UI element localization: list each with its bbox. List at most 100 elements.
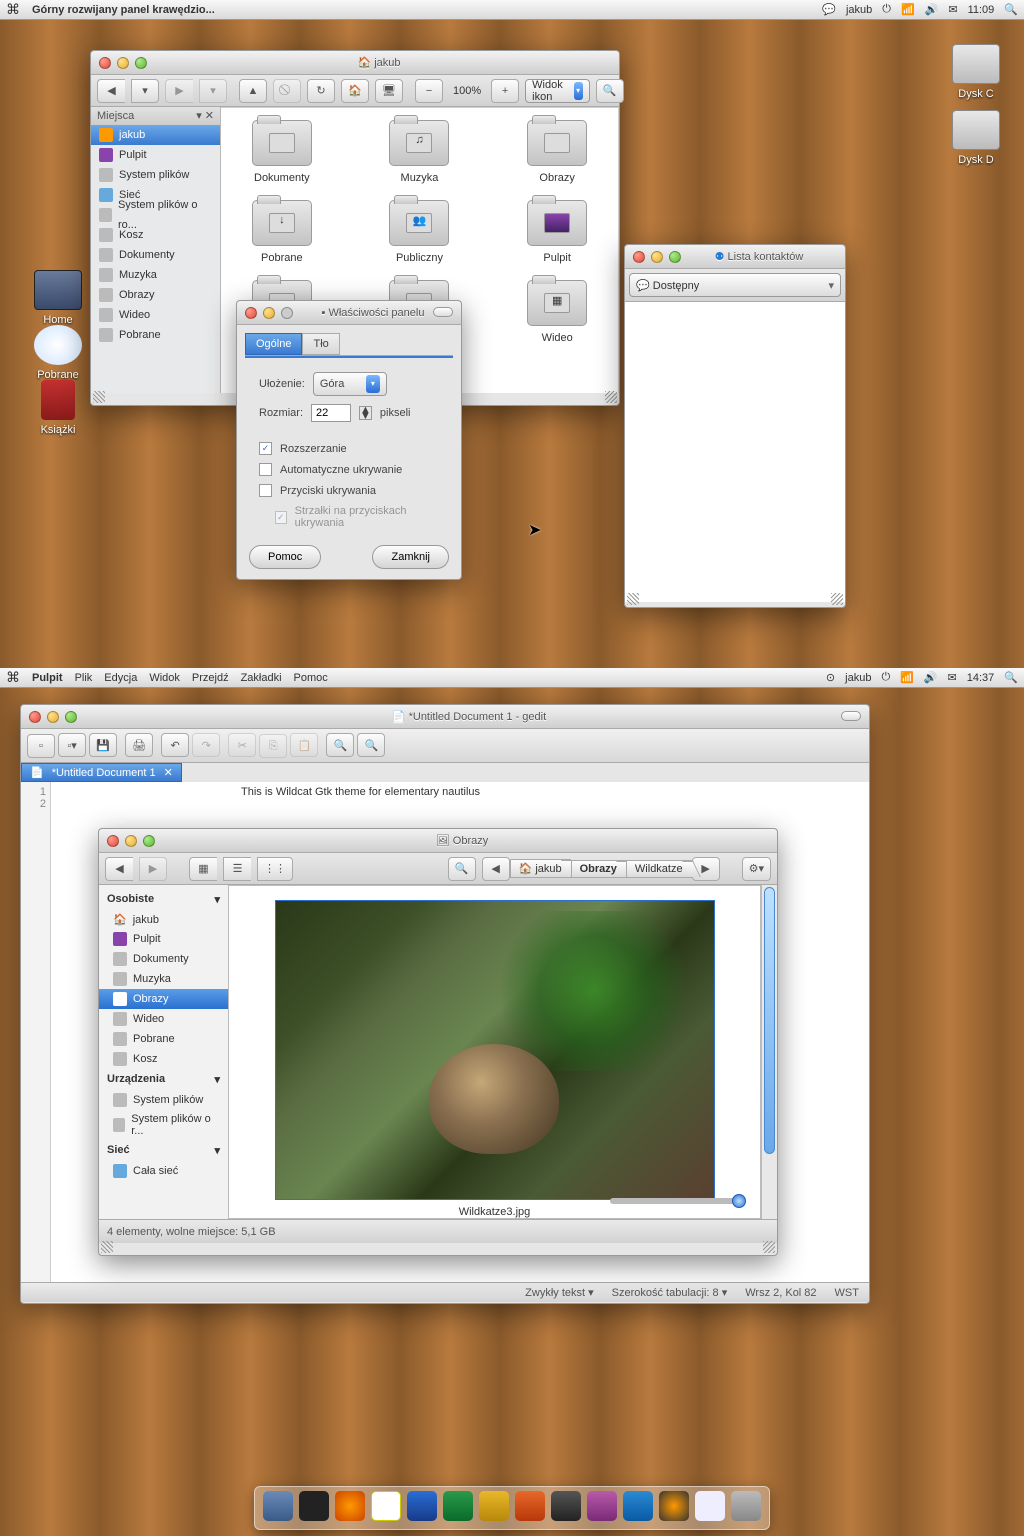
forward-menu-button[interactable]: ▾ <box>199 79 227 103</box>
resize-grip[interactable] <box>605 391 617 403</box>
close-button[interactable] <box>99 57 111 69</box>
status-combo[interactable]: 💬 Dostępny ▾ <box>629 273 841 297</box>
apple-menu-icon[interactable]: ⌘ <box>6 1 20 18</box>
syntax-combo[interactable]: Zwykły tekst ▾ <box>525 1286 593 1299</box>
side-pulpit[interactable]: Pulpit <box>99 929 228 949</box>
user-label[interactable]: jakub <box>845 672 871 684</box>
zoom-button[interactable] <box>143 835 155 847</box>
menu-pomoc[interactable]: Pomoc <box>294 672 328 684</box>
spin-down[interactable]: ▼ <box>360 413 371 419</box>
side-pobrane[interactable]: Pobrane <box>99 1029 228 1049</box>
close-dialog-button[interactable]: Zamknij <box>372 545 449 569</box>
dock-firefox[interactable] <box>335 1491 365 1521</box>
power-tray-icon[interactable]: ⏻ <box>881 671 890 684</box>
view-compact[interactable]: ⋮⋮ <box>257 857 293 881</box>
dock-terminal[interactable] <box>299 1491 329 1521</box>
menubar-title[interactable]: Górny rozwijany panel krawędzio... <box>32 4 215 16</box>
side-calasiec[interactable]: Cała sieć <box>99 1161 228 1181</box>
image-thumbnail[interactable] <box>275 900 715 1200</box>
computer-button[interactable]: 🖥 <box>375 79 403 103</box>
dock-clock[interactable] <box>551 1491 581 1521</box>
pill-button[interactable] <box>841 711 861 721</box>
tab-untitled[interactable]: 📄*Untitled Document 1✕ <box>21 763 182 782</box>
nautilus-titlebar[interactable]: 🏠 jakub <box>91 51 619 75</box>
dock-app[interactable] <box>623 1491 653 1521</box>
tab-tlo[interactable]: Tło <box>302 333 339 355</box>
close-tab-icon[interactable]: ✕ <box>164 766 173 779</box>
back-button[interactable]: ◀ <box>97 79 125 103</box>
close-button[interactable] <box>633 251 645 263</box>
chk-autohide[interactable] <box>259 463 272 476</box>
zoom-knob[interactable] <box>732 1194 746 1208</box>
folder-wideo[interactable]: ▦Wideo <box>508 280 606 344</box>
actions-button[interactable]: ⚙▾ <box>742 857 771 881</box>
close-button[interactable] <box>107 835 119 847</box>
clock[interactable]: 11:09 <box>968 4 995 16</box>
menu-zakladki[interactable]: Zakładki <box>241 672 282 684</box>
orientation-combo[interactable]: Góra▾ <box>313 372 387 396</box>
tabwidth-combo[interactable]: Szerokość tabulacji: 8 ▾ <box>612 1286 728 1299</box>
back-menu-button[interactable]: ▾ <box>131 79 159 103</box>
stop-button[interactable]: ⃠ <box>273 79 301 103</box>
desktop-icon-ksiazki[interactable]: Książki <box>28 380 88 436</box>
side-sysplikow2[interactable]: System plików o r... <box>99 1110 228 1140</box>
close-button[interactable] <box>29 711 41 723</box>
home-button[interactable]: 🏠 <box>341 79 369 103</box>
save-button[interactable]: 💾 <box>89 733 117 757</box>
back-button[interactable]: ◀ <box>105 857 133 881</box>
crumb-back[interactable]: ◀ <box>482 857 510 881</box>
zoom-button[interactable] <box>65 711 77 723</box>
mail-tray-icon[interactable]: ✉ <box>948 3 957 16</box>
zoom-button[interactable] <box>669 251 681 263</box>
crumb-jakub[interactable]: 🏠 jakub <box>510 859 571 878</box>
minimize-button[interactable] <box>263 307 275 319</box>
dock-notes[interactable] <box>371 1491 401 1521</box>
view-combo[interactable]: Widok ikon▾ <box>525 79 590 103</box>
dock-calc[interactable] <box>443 1491 473 1521</box>
network-tray-icon[interactable]: 📶 <box>901 3 915 16</box>
sidebar-item-pulpit[interactable]: Pulpit <box>91 145 220 165</box>
chat-tray-icon[interactable]: 💬 <box>822 3 836 16</box>
clock[interactable]: 14:37 <box>967 672 995 684</box>
search-button[interactable]: 🔍 <box>596 79 624 103</box>
side-dokumenty[interactable]: Dokumenty <box>99 949 228 969</box>
tab-ogolne[interactable]: Ogólne <box>245 333 302 355</box>
view-icons[interactable]: ▦ <box>189 857 217 881</box>
dock-ubuntu[interactable] <box>659 1491 689 1521</box>
dock-impress[interactable] <box>515 1491 545 1521</box>
dock-office[interactable] <box>407 1491 437 1521</box>
group-siec[interactable]: Sieć▾ <box>99 1140 228 1161</box>
obrazy-icon-view[interactable]: Wildkatze3.jpg <box>229 885 761 1219</box>
view-list[interactable]: ☰ <box>223 857 251 881</box>
minimize-button[interactable] <box>117 57 129 69</box>
mail-tray-icon[interactable]: ✉ <box>948 671 957 684</box>
search-tray-icon[interactable]: 🔍 <box>1004 3 1018 16</box>
sidebar-item-wideo[interactable]: Wideo <box>91 305 220 325</box>
group-urzadzenia[interactable]: Urządzenia▾ <box>99 1069 228 1090</box>
resize-grip[interactable] <box>101 1241 113 1253</box>
folder-dokumenty[interactable]: Dokumenty <box>233 120 331 184</box>
sidebar-item-jakub[interactable]: jakub <box>91 125 220 145</box>
open-button[interactable]: ▫▾ <box>58 733 86 757</box>
apple-menu-icon[interactable]: ⌘ <box>6 669 20 686</box>
resize-grip[interactable] <box>763 1241 775 1253</box>
sidebar-item-obrazy[interactable]: Obrazy <box>91 285 220 305</box>
zoom-out-button[interactable]: − <box>415 79 443 103</box>
side-sysplikow[interactable]: System plików <box>99 1090 228 1110</box>
contacts-titlebar[interactable]: ⚉ Lista kontaktów <box>625 245 845 269</box>
volume-tray-icon[interactable]: 🔊 <box>924 671 938 684</box>
dock-trash[interactable] <box>731 1491 761 1521</box>
sidebar-item-pobrane[interactable]: Pobrane <box>91 325 220 345</box>
dock-files[interactable] <box>263 1491 293 1521</box>
menu-przejdz[interactable]: Przejdź <box>192 672 229 684</box>
zoom-button[interactable] <box>135 57 147 69</box>
dialog-titlebar[interactable]: ▪ Właściwości panelu <box>237 301 461 325</box>
side-kosz[interactable]: Kosz <box>99 1049 228 1069</box>
resize-grip[interactable] <box>93 391 105 403</box>
chat-tray-icon[interactable]: ⊙ <box>826 671 835 684</box>
new-button[interactable]: ▫ <box>27 734 55 758</box>
side-obrazy[interactable]: Obrazy <box>99 989 228 1009</box>
size-spinner[interactable] <box>311 404 351 422</box>
menu-plik[interactable]: Plik <box>75 672 93 684</box>
search-button[interactable]: 🔍 <box>448 857 476 881</box>
